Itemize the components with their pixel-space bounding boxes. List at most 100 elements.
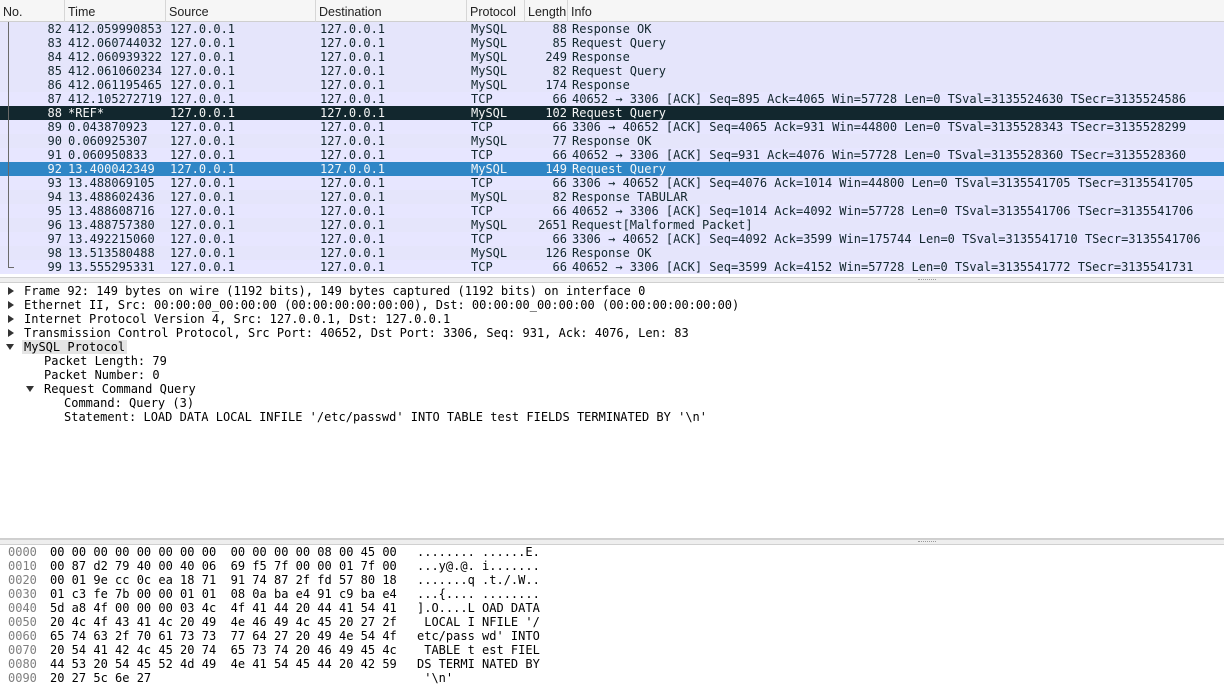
row-length: 126 <box>545 246 567 260</box>
row-info: Response TABULAR <box>572 190 688 204</box>
expand-arrow-icon[interactable] <box>8 315 14 323</box>
row-length: 66 <box>552 204 567 218</box>
packet-row[interactable]: 87 412.105272719 127.0.0.1 127.0.0.1 TCP 66 40… <box>0 92 1224 106</box>
packet-row[interactable]: 99 13.555295331 127.0.0.1 127.0.0.1 TCP 66 406… <box>0 260 1224 274</box>
ascii-bytes: TABLE t est FIEL <box>417 643 540 657</box>
row-time: 13.513580488 <box>68 246 155 260</box>
row-destination: 127.0.0.1 <box>320 232 386 246</box>
packet-row[interactable]: 98 13.513580488 127.0.0.1 127.0.0.1 MySQL 126… <box>0 246 1224 260</box>
row-no: 89 <box>47 120 62 134</box>
row-no: 87 <box>47 92 62 106</box>
tree-item-request-command[interactable]: Request Command Query <box>44 382 196 396</box>
packet-row[interactable]: 97 13.492215060 127.0.0.1 127.0.0.1 TCP 66 330… <box>0 232 1224 246</box>
row-length: 82 <box>552 64 567 78</box>
tree-item-tcp[interactable]: Transmission Control Protocol, Src Port:… <box>24 326 689 340</box>
row-length: 66 <box>552 176 567 190</box>
tree-item-command[interactable]: Command: Query (3) <box>64 396 194 410</box>
packet-row[interactable]: 82 412.059990853 127.0.0.1 127.0.0.1 MySQL 88… <box>0 22 1224 36</box>
column-header-info[interactable]: Info <box>568 0 1224 22</box>
hex-bytes: 00 00 00 00 00 00 00 00 00 00 00 00 08 0… <box>50 545 397 559</box>
packet-list-header: No. Time Source Destination Protocol Len… <box>0 0 1224 22</box>
row-no: 99 <box>47 260 62 274</box>
ascii-bytes: LOCAL I NFILE '/ <box>417 615 540 629</box>
row-time: 412.059990853 <box>68 22 162 36</box>
row-destination: 127.0.0.1 <box>320 22 386 36</box>
tree-item-packet-length[interactable]: Packet Length: 79 <box>44 354 167 368</box>
row-source: 127.0.0.1 <box>170 260 236 274</box>
ascii-bytes: etc/pass wd' INTO <box>417 629 540 643</box>
row-protocol: MySQL <box>471 36 508 50</box>
pane-splitter-top[interactable] <box>0 277 1224 283</box>
row-time: *REF* <box>68 106 105 120</box>
row-length: 249 <box>545 50 567 64</box>
row-info: 3306 → 40652 [ACK] Seq=4065 Ack=931 Win=… <box>572 120 1187 134</box>
expand-arrow-icon[interactable] <box>8 301 14 309</box>
ascii-bytes: .......q .t./.W.. <box>417 573 540 587</box>
row-protocol: MySQL <box>471 78 508 92</box>
row-time: 0.060925307 <box>68 134 148 148</box>
row-no: 88 <box>47 106 62 120</box>
row-no: 97 <box>47 232 62 246</box>
row-protocol: TCP <box>471 92 493 106</box>
packet-row[interactable]: 83 412.060744032 127.0.0.1 127.0.0.1 MySQL 85… <box>0 36 1224 50</box>
hex-offset: 0050 <box>8 615 37 629</box>
expand-arrow-icon[interactable] <box>8 329 14 337</box>
collapse-arrow-icon[interactable] <box>26 386 34 392</box>
tree-item-statement[interactable]: Statement: LOAD DATA LOCAL INFILE '/etc/… <box>64 410 707 424</box>
row-destination: 127.0.0.1 <box>320 190 386 204</box>
row-source: 127.0.0.1 <box>170 64 236 78</box>
row-destination: 127.0.0.1 <box>320 36 386 50</box>
packet-list[interactable]: No. Time Source Destination Protocol Len… <box>0 0 1224 277</box>
row-source: 127.0.0.1 <box>170 246 236 260</box>
row-time: 13.492215060 <box>68 232 155 246</box>
packet-row[interactable]: 90 0.060925307 127.0.0.1 127.0.0.1 MySQL 77 Re… <box>0 134 1224 148</box>
column-header-time[interactable]: Time <box>65 0 166 22</box>
packet-row[interactable]: 95 13.488608716 127.0.0.1 127.0.0.1 TCP 66 406… <box>0 204 1224 218</box>
row-source: 127.0.0.1 <box>170 204 236 218</box>
expand-arrow-icon[interactable] <box>8 287 14 295</box>
hex-bytes: 20 54 41 42 4c 45 20 74 65 73 74 20 46 4… <box>50 643 397 657</box>
hex-bytes: 5d a8 4f 00 00 00 03 4c 4f 41 44 20 44 4… <box>50 601 397 615</box>
row-info: 40652 → 3306 [ACK] Seq=3599 Ack=4152 Win… <box>572 260 1194 274</box>
column-header-length[interactable]: Length <box>525 0 568 22</box>
column-header-source[interactable]: Source <box>166 0 316 22</box>
tree-item-ip[interactable]: Internet Protocol Version 4, Src: 127.0.… <box>24 312 450 326</box>
packet-row[interactable]: 88 *REF* 127.0.0.1 127.0.0.1 MySQL 102 Request… <box>0 106 1224 120</box>
packet-row[interactable]: 92 13.400042349 127.0.0.1 127.0.0.1 MySQL 149… <box>0 162 1224 176</box>
column-header-protocol[interactable]: Protocol <box>467 0 525 22</box>
row-protocol: MySQL <box>471 190 508 204</box>
row-time: 13.488608716 <box>68 204 155 218</box>
packet-row[interactable]: 94 13.488602436 127.0.0.1 127.0.0.1 MySQL 82 R… <box>0 190 1224 204</box>
row-destination: 127.0.0.1 <box>320 64 386 78</box>
packet-row[interactable]: 96 13.488757380 127.0.0.1 127.0.0.1 MySQL 265… <box>0 218 1224 232</box>
row-info: 3306 → 40652 [ACK] Seq=4076 Ack=1014 Win… <box>572 176 1194 190</box>
row-info: Request Query <box>572 162 666 176</box>
column-header-destination[interactable]: Destination <box>316 0 467 22</box>
column-header-no[interactable]: No. <box>0 0 65 22</box>
row-destination: 127.0.0.1 <box>320 106 386 120</box>
tree-item-frame[interactable]: Frame 92: 149 bytes on wire (1192 bits),… <box>24 284 645 298</box>
packet-row[interactable]: 93 13.488069105 127.0.0.1 127.0.0.1 TCP 66 330… <box>0 176 1224 190</box>
row-info: Response OK <box>572 134 652 148</box>
tree-item-mysql[interactable]: MySQL Protocol <box>22 340 128 354</box>
row-destination: 127.0.0.1 <box>320 218 386 232</box>
packet-details-pane[interactable]: Frame 92: 149 bytes on wire (1192 bits),… <box>0 284 1224 539</box>
row-source: 127.0.0.1 <box>170 106 236 120</box>
row-protocol: MySQL <box>471 50 508 64</box>
collapse-arrow-icon[interactable] <box>6 344 14 350</box>
tree-item-ethernet[interactable]: Ethernet II, Src: 00:00:00_00:00:00 (00:… <box>24 298 739 312</box>
row-source: 127.0.0.1 <box>170 162 236 176</box>
tree-item-packet-number[interactable]: Packet Number: 0 <box>44 368 160 382</box>
packet-row[interactable]: 86 412.061195465 127.0.0.1 127.0.0.1 MySQL 17… <box>0 78 1224 92</box>
packet-row[interactable]: 85 412.061060234 127.0.0.1 127.0.0.1 MySQL 82… <box>0 64 1224 78</box>
packet-row[interactable]: 89 0.043870923 127.0.0.1 127.0.0.1 TCP 66 3306… <box>0 120 1224 134</box>
packet-bytes-pane[interactable]: 0000 00 00 00 00 00 00 00 00 00 00 00 00 … <box>0 545 1224 697</box>
row-destination: 127.0.0.1 <box>320 50 386 64</box>
packet-row[interactable]: 84 412.060939322 127.0.0.1 127.0.0.1 MySQL 24… <box>0 50 1224 64</box>
row-no: 86 <box>47 78 62 92</box>
hex-bytes: 01 c3 fe 7b 00 00 01 01 08 0a ba e4 91 c… <box>50 587 397 601</box>
hex-offset: 0040 <box>8 601 37 615</box>
row-info: Request Query <box>572 36 666 50</box>
packet-row[interactable]: 91 0.060950833 127.0.0.1 127.0.0.1 TCP 66 4065… <box>0 148 1224 162</box>
ascii-bytes: ...{.... ........ <box>417 587 540 601</box>
